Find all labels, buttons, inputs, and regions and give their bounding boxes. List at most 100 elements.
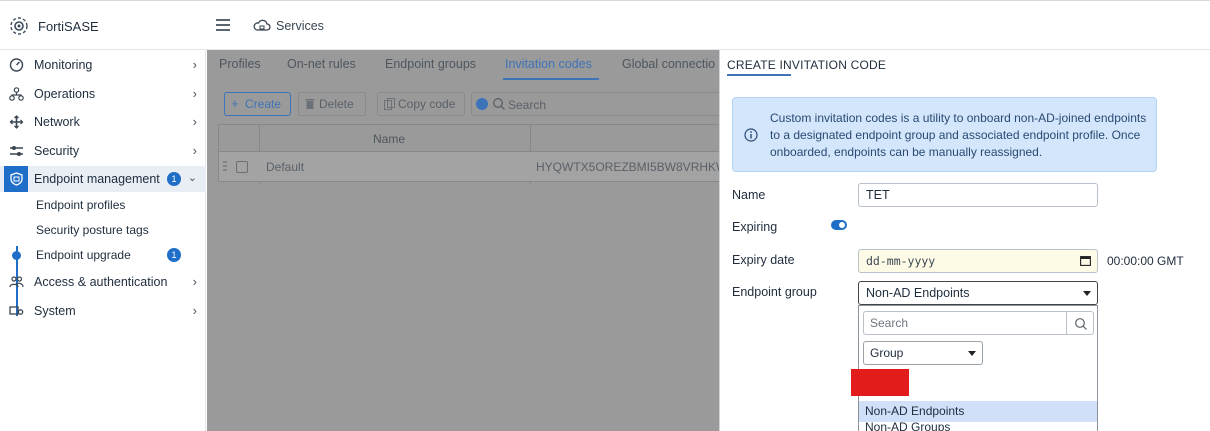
notification-badge: 1	[167, 248, 181, 262]
panel-title-underline	[727, 74, 791, 76]
chevron-right-icon: ›	[192, 57, 197, 72]
sidebar-item-label: Monitoring	[34, 58, 93, 72]
trash-icon	[305, 99, 315, 109]
sidebar-subitem-label: Endpoint profiles	[36, 198, 126, 212]
tab-bar: Profiles On-net rules Endpoint groups In…	[207, 50, 719, 80]
sidebar-item-system[interactable]: System ›	[0, 298, 206, 324]
sidebar-item-security[interactable]: Security ›	[0, 138, 206, 164]
services-link[interactable]: Services	[276, 19, 324, 33]
invitation-codes-table: Name Default HYQWTX5OREZBMI5BW8VRHKWI	[218, 124, 731, 184]
security-icon	[10, 146, 23, 156]
toggle-knob	[839, 222, 845, 228]
copy-code-button[interactable]: Copy code	[377, 92, 465, 116]
sidebar-item-label: Network	[34, 115, 80, 129]
sidebar-item-label: System	[34, 304, 76, 318]
dropdown-option[interactable]: Non-AD Groups	[859, 422, 1097, 431]
create-label: Create	[245, 97, 282, 111]
info-text: Custom invitation codes is a utility to …	[770, 111, 1147, 159]
column-header-name[interactable]: Name	[373, 132, 405, 146]
sidebar-item-label: Security	[34, 144, 80, 158]
brand-name: FortiSASE	[38, 19, 99, 34]
operations-icon	[9, 87, 24, 101]
row-name: Default	[266, 160, 305, 174]
chevron-right-icon: ›	[192, 143, 197, 158]
main-content-overlay: Profiles On-net rules Endpoint groups In…	[207, 50, 731, 431]
row-code: HYQWTX5OREZBMI5BW8VRHKWI	[536, 160, 731, 174]
sidebar-item-label: Endpoint management	[34, 172, 160, 186]
fortisase-logo-icon	[10, 17, 28, 35]
name-input[interactable]: TET	[858, 183, 1098, 207]
row-checkbox[interactable]	[236, 161, 248, 173]
sidebar-subitem-security-posture-tags[interactable]: Security posture tags	[0, 219, 206, 241]
tab-on-net-rules[interactable]: On-net rules	[287, 57, 356, 71]
filter-value: Group	[870, 346, 904, 360]
filter-icon	[476, 98, 488, 110]
sidebar-item-label: Access & authentication	[34, 275, 168, 289]
hamburger-icon[interactable]	[216, 19, 230, 31]
copy-icon	[384, 98, 395, 110]
search-icon	[493, 98, 505, 110]
sidebar-subitem-label: Security posture tags	[36, 223, 149, 237]
panel-title: CREATE INVITATION CODE	[727, 58, 887, 72]
drag-handle-icon[interactable]	[223, 160, 227, 172]
sidebar-item-operations[interactable]: Operations ›	[0, 81, 206, 107]
dropdown-search-button[interactable]	[1066, 311, 1094, 335]
network-icon	[9, 115, 24, 129]
tab-endpoint-groups[interactable]: Endpoint groups	[385, 57, 476, 71]
tab-global-connection[interactable]: Global connectio	[622, 57, 715, 71]
redaction-block	[851, 369, 909, 396]
endpoint-group-value: Non-AD Endpoints	[866, 286, 970, 300]
sidebar-subitem-endpoint-upgrade[interactable]: Endpoint upgrade 1	[0, 244, 206, 266]
create-invitation-code-panel: CREATE INVITATION CODE Custom invitation…	[719, 50, 1210, 431]
sidebar-subitem-endpoint-profiles[interactable]: Endpoint profiles	[0, 194, 206, 216]
toolbar: + Create Delete Copy code Search	[207, 92, 721, 118]
shield-icon	[10, 172, 23, 186]
dropdown-filter-select[interactable]: Group	[863, 341, 983, 365]
chevron-right-icon: ›	[192, 114, 197, 129]
caret-down-icon	[968, 351, 976, 356]
plus-icon: +	[231, 96, 239, 111]
search-placeholder: Search	[508, 98, 547, 112]
delete-button[interactable]: Delete	[298, 92, 366, 116]
table-header: Name	[218, 124, 719, 152]
sidebar-item-endpoint-management[interactable]: Endpoint management 1 ⌄	[0, 166, 206, 192]
chevron-down-icon: ⌄	[187, 172, 197, 184]
endpoint-group-label: Endpoint group	[732, 285, 817, 299]
expiry-time: 00:00:00 GMT	[1107, 254, 1184, 268]
tab-profiles[interactable]: Profiles	[219, 57, 261, 71]
expiry-date-label: Expiry date	[732, 253, 795, 267]
table-row[interactable]: Default HYQWTX5OREZBMI5BW8VRHKWI	[218, 152, 731, 182]
expiring-label: Expiring	[732, 220, 778, 234]
tab-invitation-codes[interactable]: Invitation codes	[505, 57, 592, 71]
caret-down-icon	[1083, 291, 1091, 296]
dropdown-option-label: Non-AD Groups	[865, 422, 951, 431]
dropdown-option[interactable]: Non-AD Endpoints	[859, 401, 1097, 422]
copy-code-label: Copy code	[398, 97, 456, 111]
sidebar: Monitoring › Operations › Network › Secu…	[0, 50, 206, 431]
notification-badge: 1	[167, 172, 181, 186]
name-label: Name	[732, 188, 766, 202]
calendar-icon[interactable]	[1080, 255, 1091, 266]
expiring-toggle[interactable]	[831, 220, 847, 230]
create-button[interactable]: + Create	[224, 92, 291, 116]
cloud-icon	[253, 19, 271, 31]
chevron-right-icon: ›	[192, 303, 197, 318]
users-icon	[9, 276, 24, 288]
delete-label: Delete	[319, 97, 354, 111]
gauge-icon	[9, 58, 24, 72]
sidebar-item-access-authentication[interactable]: Access & authentication ›	[0, 269, 206, 295]
sidebar-item-monitoring[interactable]: Monitoring ›	[0, 52, 206, 78]
dropdown-search-input[interactable]: Search	[863, 311, 1067, 335]
endpoint-group-select[interactable]: Non-AD Endpoints	[858, 281, 1098, 305]
info-icon	[744, 128, 758, 142]
table-search[interactable]: Search	[471, 92, 721, 116]
chevron-right-icon: ›	[192, 274, 197, 289]
system-icon	[9, 306, 24, 315]
expiry-date-input[interactable]: dd-mm-yyyy	[858, 249, 1098, 273]
expiry-date-placeholder: dd-mm-yyyy	[866, 254, 936, 268]
top-bar: FortiSASE Services	[0, 0, 1210, 50]
sidebar-subitem-label: Endpoint upgrade	[36, 248, 131, 262]
sidebar-item-label: Operations	[34, 87, 96, 101]
active-tab-indicator	[503, 78, 599, 80]
sidebar-item-network[interactable]: Network ›	[0, 109, 206, 135]
